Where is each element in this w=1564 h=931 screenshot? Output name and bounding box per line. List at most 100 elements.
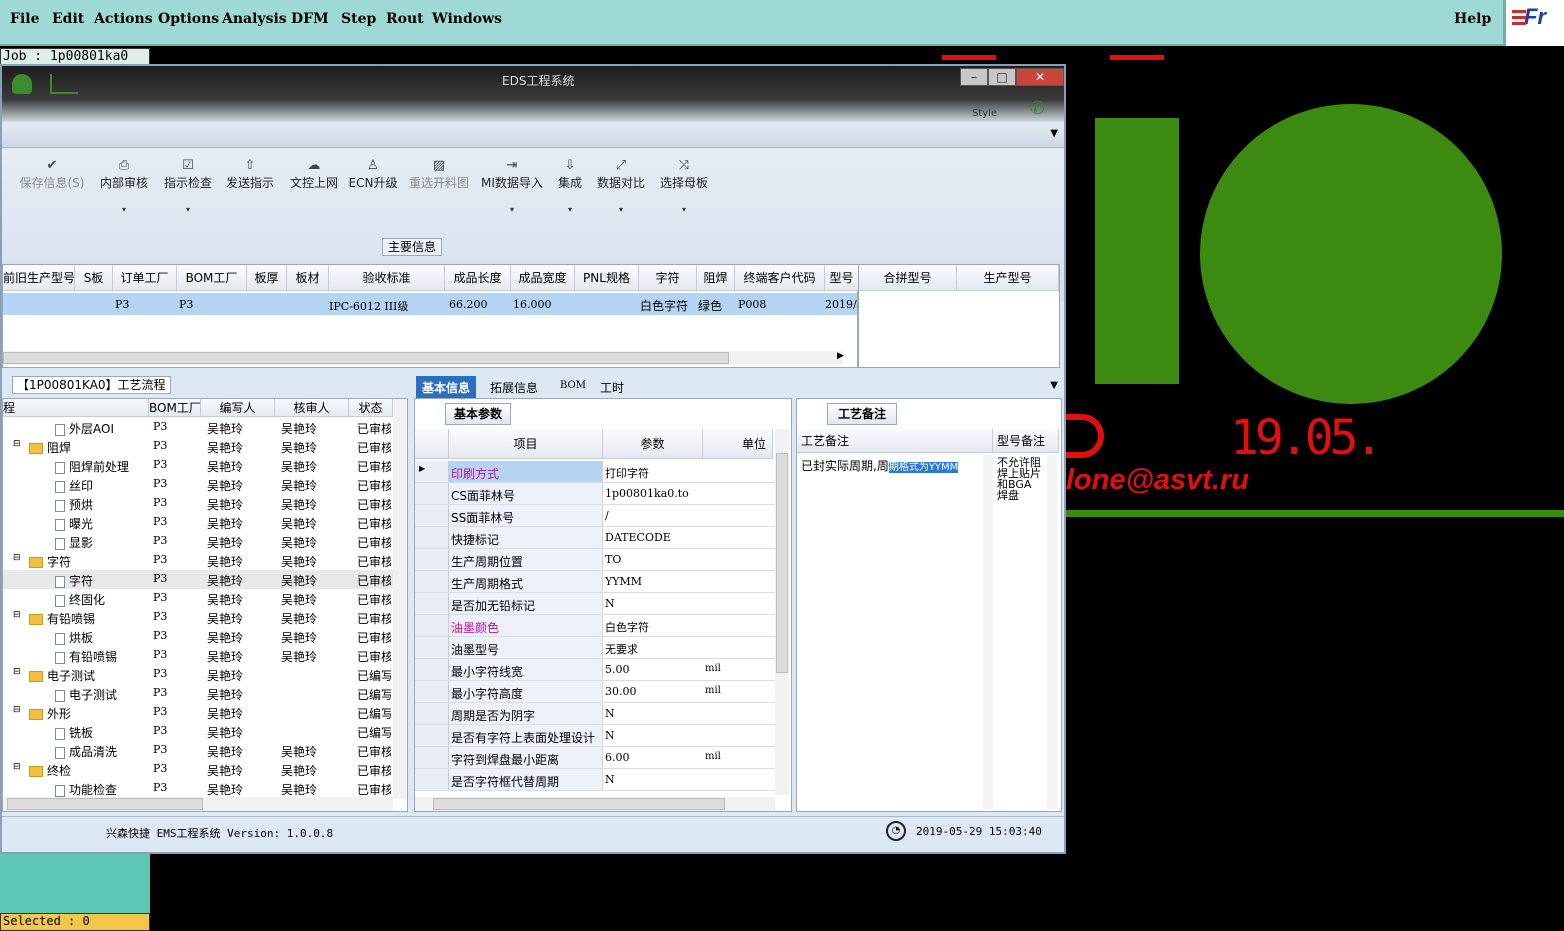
- col-header[interactable]: 型号: [825, 265, 859, 291]
- param-row[interactable]: 是否加无铅标记 N: [415, 593, 775, 615]
- menu-file[interactable]: File: [10, 11, 39, 27]
- style-menu[interactable]: Style: [972, 108, 997, 119]
- internal-review-button[interactable]: ⎙ 内部审核 ▾: [96, 158, 152, 214]
- menu-help[interactable]: Help: [1454, 11, 1491, 27]
- param-value[interactable]: 30.00: [605, 685, 637, 698]
- col-header[interactable]: 参数: [603, 429, 703, 459]
- tree-row[interactable]: ⊟ 有铅喷锡 P3 吴艳玲 吴艳玲 已审核: [3, 608, 393, 627]
- col-header[interactable]: 字符: [639, 265, 697, 291]
- tree-row[interactable]: 铣板 P3 吴艳玲 已编写: [3, 722, 393, 741]
- param-value[interactable]: 6.00: [605, 751, 630, 764]
- param-value[interactable]: YYMM: [605, 575, 642, 588]
- param-row[interactable]: 是否字符框代替周期 N: [415, 769, 775, 791]
- col-header[interactable]: 成品宽度: [511, 265, 575, 291]
- collapse-icon[interactable]: ⊟: [13, 705, 21, 715]
- param-value[interactable]: N: [605, 729, 615, 742]
- param-row[interactable]: 字符到焊盘最小距离 6.00 mil: [415, 747, 775, 769]
- reselect-cutting-button[interactable]: ▨ 重选开料图: [406, 158, 472, 191]
- col-header[interactable]: 型号备注: [993, 429, 1059, 453]
- instruction-check-button[interactable]: ☑ 指示检查 ▾: [160, 158, 216, 214]
- tree-row[interactable]: ⊟ 终检 P3 吴艳玲 吴艳玲 已审核: [3, 760, 393, 779]
- process-flow-tab[interactable]: 【1P00801KA0】工艺流程: [12, 376, 171, 394]
- param-value[interactable]: 打印字符: [605, 465, 649, 481]
- tab-basic-info[interactable]: 基本信息: [416, 376, 477, 399]
- tree-row[interactable]: ⊟ 阻焊 P3 吴艳玲 吴艳玲 已审核: [3, 437, 393, 456]
- param-row[interactable]: ▶ 印刷方式 打印字符: [415, 461, 775, 483]
- minimize-button[interactable]: –: [960, 68, 988, 86]
- param-value[interactable]: N: [605, 597, 615, 610]
- ribbon-collapse-icon[interactable]: ▼: [1050, 128, 1058, 139]
- tree-row[interactable]: 成品清洗 P3 吴艳玲 吴艳玲 已审核: [3, 741, 393, 760]
- ecn-upgrade-button[interactable]: ♙ ECN升级: [348, 158, 398, 191]
- tab-extended-info[interactable]: 拓展信息: [490, 379, 538, 396]
- doc-control-upload-button[interactable]: ☁ 文控上网: [286, 158, 342, 191]
- collapse-icon[interactable]: ⊟: [13, 667, 21, 677]
- col-header[interactable]: 验收标准: [329, 265, 445, 291]
- process-note-text[interactable]: 已封实际周期,周期格式为YYMM: [801, 457, 985, 474]
- param-value[interactable]: /: [605, 509, 609, 522]
- menu-rout[interactable]: Rout: [386, 11, 424, 27]
- col-header[interactable]: 终端客户代码: [735, 265, 825, 291]
- menu-actions[interactable]: Actions: [94, 11, 153, 27]
- col-header[interactable]: PNL规格: [575, 265, 639, 291]
- col-header[interactable]: 前旧生产型号: [3, 265, 75, 291]
- mi-import-button[interactable]: ⇥ MI数据导入 ▾: [480, 158, 544, 214]
- col-header[interactable]: 成品长度: [445, 265, 511, 291]
- param-value[interactable]: DATECODE: [605, 531, 671, 544]
- tree-row[interactable]: 丝印 P3 吴艳玲 吴艳玲 已审核: [3, 475, 393, 494]
- tree-row[interactable]: 烘板 P3 吴艳玲 吴艳玲 已审核: [3, 627, 393, 646]
- param-row[interactable]: 油墨颜色 白色字符: [415, 615, 775, 637]
- save-info-button[interactable]: ✔ 保存信息(S): [16, 158, 88, 191]
- param-row[interactable]: 油墨型号 无要求: [415, 637, 775, 659]
- tree-row[interactable]: 字符 P3 吴艳玲 吴艳玲 已审核: [3, 570, 393, 589]
- tree-row[interactable]: 曝光 P3 吴艳玲 吴艳玲 已审核: [3, 513, 393, 532]
- maximize-button[interactable]: □: [988, 68, 1016, 86]
- col-header[interactable]: 合拼型号: [859, 265, 957, 291]
- select-motherboard-button[interactable]: ⤨ 选择母板 ▾: [656, 158, 712, 214]
- tree-row[interactable]: ⊟ 字符 P3 吴艳玲 吴艳玲 已审核: [3, 551, 393, 570]
- data-compare-button[interactable]: ⤢ 数据对比 ▾: [594, 158, 648, 214]
- col-header[interactable]: 核审人: [275, 399, 349, 417]
- col-header[interactable]: 订单工厂: [113, 265, 177, 291]
- green-pad-rect[interactable]: [1095, 118, 1179, 384]
- param-value[interactable]: N: [605, 773, 615, 786]
- close-button[interactable]: ✕: [1016, 68, 1064, 86]
- collapse-icon[interactable]: ⊟: [13, 610, 21, 620]
- collapse-icon[interactable]: ⊟: [13, 762, 21, 772]
- integrate-button[interactable]: ⇩ 集成 ▾: [552, 158, 588, 214]
- param-row[interactable]: 最小字符高度 30.00 mil: [415, 681, 775, 703]
- param-value[interactable]: 5.00: [605, 663, 630, 676]
- col-header[interactable]: BOM工厂: [149, 399, 201, 417]
- vertical-scrollbar[interactable]: [393, 399, 407, 799]
- col-header[interactable]: 板厚: [247, 265, 287, 291]
- vertical-scrollbar[interactable]: [775, 429, 789, 795]
- vertical-scrollbar[interactable]: [983, 455, 993, 809]
- param-row[interactable]: 生产周期位置 TO: [415, 549, 775, 571]
- collapse-icon[interactable]: ⊟: [13, 553, 21, 563]
- horizontal-scrollbar[interactable]: [415, 797, 775, 811]
- vertical-scrollbar[interactable]: [1047, 455, 1057, 809]
- tab-work-hours[interactable]: 工时: [600, 379, 624, 396]
- param-row[interactable]: 周期是否为阴字 N: [415, 703, 775, 725]
- model-note-text[interactable]: 不允许阻焊上贴片和BGA焊盘: [997, 457, 1041, 501]
- menu-dfm[interactable]: DFM: [291, 11, 329, 27]
- chart-icon[interactable]: [50, 74, 78, 94]
- param-value[interactable]: 1p00801ka0.to: [605, 487, 689, 500]
- tree-row[interactable]: 显影 P3 吴艳玲 吴艳玲 已审核: [3, 532, 393, 551]
- tree-row[interactable]: 电子测试 P3 吴艳玲 已编写: [3, 684, 393, 703]
- param-value[interactable]: TO: [605, 553, 621, 566]
- menu-edit[interactable]: Edit: [52, 11, 84, 27]
- menu-step[interactable]: Step: [341, 11, 376, 27]
- menu-windows[interactable]: Windows: [432, 11, 502, 27]
- tree-row[interactable]: 阻焊前处理 P3 吴艳玲 吴艳玲 已审核: [3, 456, 393, 475]
- user-icon[interactable]: [12, 74, 32, 94]
- col-header[interactable]: 编写人: [201, 399, 275, 417]
- param-row[interactable]: 生产周期格式 YYMM: [415, 571, 775, 593]
- horizontal-scrollbar[interactable]: [3, 797, 393, 811]
- col-header[interactable]: 工艺备注: [797, 429, 993, 453]
- tree-row[interactable]: 有铅喷锡 P3 吴艳玲 吴艳玲 已审核: [3, 646, 393, 665]
- tree-row[interactable]: ⊟ 外形 P3 吴艳玲 已编写: [3, 703, 393, 722]
- tree-row[interactable]: ⊟ 电子测试 P3 吴艳玲 已编写: [3, 665, 393, 684]
- collapse-icon[interactable]: ⊟: [13, 439, 21, 449]
- tree-row[interactable]: 功能检查 P3 吴艳玲 吴艳玲 已审核: [3, 779, 393, 798]
